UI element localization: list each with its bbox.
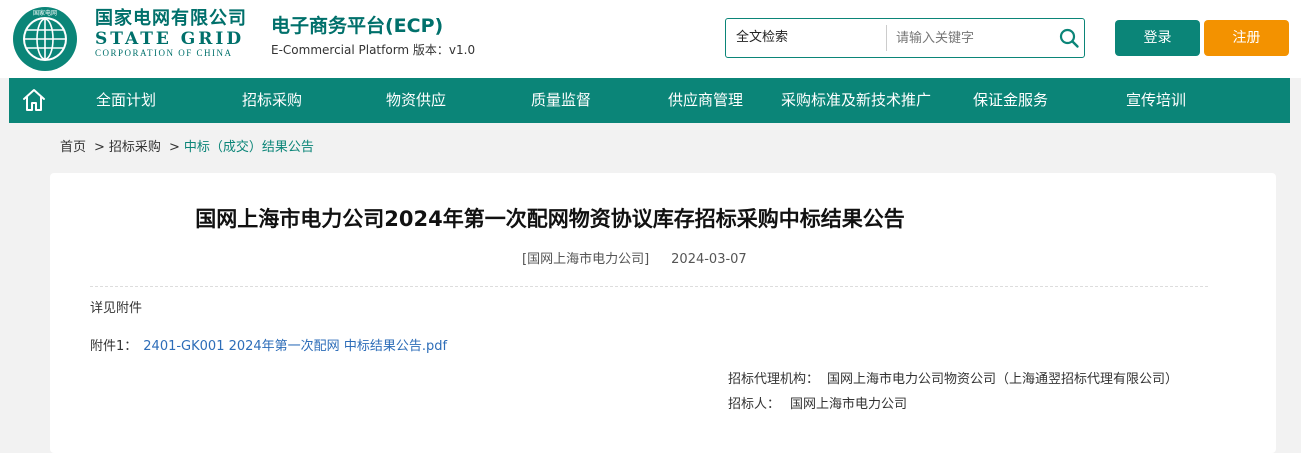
- svg-text:国家电网: 国家电网: [33, 9, 57, 17]
- breadcrumb-separator: >: [168, 140, 180, 155]
- search-input[interactable]: [896, 23, 1046, 53]
- platform-name: 电子商务平台(ECP): [271, 15, 444, 37]
- breadcrumb-home[interactable]: 首页: [60, 138, 86, 158]
- agency-label: 招标代理机构：: [728, 372, 820, 387]
- search-icon[interactable]: [1058, 27, 1080, 49]
- logo-text: 国家电网有限公司 STATE GRID CORPORATION OF CHINA: [95, 8, 265, 59]
- nav-item-training[interactable]: 宣传培训: [1126, 78, 1186, 123]
- announcement-source: [国网上海市电力公司]: [522, 252, 650, 267]
- breadcrumb-current: 中标（成交）结果公告: [183, 140, 314, 155]
- nav-item-deposit[interactable]: 保证金服务: [973, 78, 1048, 123]
- state-grid-logo-icon: 国家电网: [13, 7, 77, 71]
- nav-item-plan[interactable]: 全面计划: [96, 78, 156, 123]
- attachment-row: 附件1： 2401-GK001 2024年第一次配网 中标结果公告.pdf: [90, 336, 447, 358]
- nav-item-quality[interactable]: 质量监督: [531, 78, 591, 123]
- announcement-title: 国网上海市电力公司2024年第一次配网物资协议库存招标采购中标结果公告: [195, 207, 905, 231]
- announcement-card: 国网上海市电力公司2024年第一次配网物资协议库存招标采购中标结果公告 [国网上…: [50, 173, 1276, 453]
- platform-version: E-Commercial Platform 版本：v1.0: [271, 43, 476, 57]
- breadcrumb-separator: >: [94, 140, 105, 155]
- search-box: 全文检索: [725, 18, 1085, 58]
- register-button[interactable]: 注册: [1204, 20, 1289, 56]
- announcement-meta: [国网上海市电力公司] 2024-03-07: [522, 249, 747, 271]
- logo-company-cn: 国家电网有限公司: [95, 8, 247, 29]
- breadcrumb-procurement[interactable]: 招标采购: [109, 138, 161, 158]
- logo-company-en-sub: CORPORATION OF CHINA: [95, 48, 233, 58]
- agency-row: 招标代理机构： 国网上海市电力公司物资公司（上海通翌招标代理有限公司）: [728, 369, 1178, 391]
- login-button[interactable]: 登录: [1115, 20, 1200, 56]
- nav-item-supply[interactable]: 物资供应: [386, 78, 446, 123]
- tenderer-value: 国网上海市电力公司: [790, 397, 908, 412]
- nav-item-procurement[interactable]: 招标采购: [242, 78, 302, 123]
- tenderer-label: 招标人：: [728, 397, 781, 412]
- agency-value: 国网上海市电力公司物资公司（上海通翌招标代理有限公司）: [827, 372, 1179, 387]
- tenderer-row: 招标人： 国网上海市电力公司: [728, 394, 907, 416]
- announcement-date: 2024-03-07: [671, 252, 747, 267]
- main-nav: 全面计划 招标采购 物资供应 质量监督 供应商管理 采购标准及新技术推广 保证金…: [9, 78, 1290, 123]
- content-divider: [90, 286, 1208, 287]
- logo-company-en: STATE GRID: [95, 29, 245, 49]
- nav-item-standards[interactable]: 采购标准及新技术推广: [781, 78, 931, 123]
- announcement-body: 详见附件: [90, 301, 143, 316]
- platform-title: 电子商务平台(ECP) E-Commercial Platform 版本：v1.…: [271, 14, 475, 59]
- header: 国家电网 国家电网有限公司 STATE GRID CORPORATION OF …: [0, 0, 1301, 78]
- nav-item-supplier[interactable]: 供应商管理: [668, 78, 743, 123]
- attachment-label: 附件1：: [90, 339, 138, 354]
- home-icon[interactable]: [21, 87, 47, 113]
- search-divider: [886, 25, 887, 51]
- breadcrumb: 首页 > 招标采购 > 中标（成交）结果公告: [60, 138, 314, 158]
- attachment-link[interactable]: 2401-GK001 2024年第一次配网 中标结果公告.pdf: [143, 339, 447, 354]
- search-scope-select[interactable]: 全文检索: [736, 19, 788, 57]
